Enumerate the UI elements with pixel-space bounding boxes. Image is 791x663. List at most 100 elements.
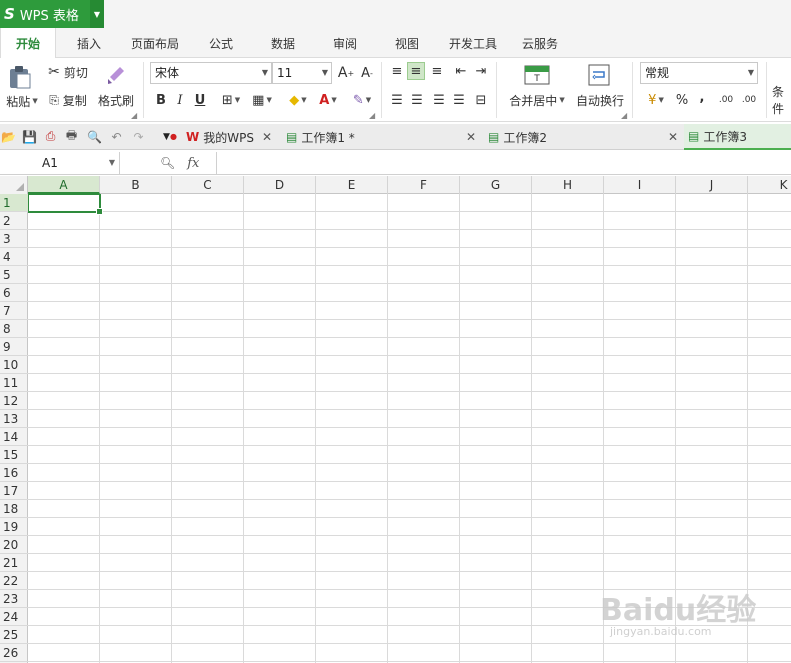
row-header-9[interactable]: 9 <box>0 338 28 356</box>
increase-indent-icon[interactable]: ⇥ <box>472 62 490 80</box>
fill-color-icon[interactable]: ◆ ▼ <box>283 91 313 109</box>
conditional-format-button[interactable]: 条件 <box>772 85 791 116</box>
save-icon[interactable]: 💾 <box>21 128 38 145</box>
merge-cells-icon[interactable]: T <box>524 63 550 87</box>
zoom-lookup-icon[interactable]: 🔍︎ <box>160 156 175 170</box>
insert-function-button[interactable]: fx <box>187 156 199 171</box>
close-icon[interactable]: ✕ <box>466 130 476 144</box>
decrease-decimal-button[interactable]: .00 <box>739 91 759 109</box>
paste-button[interactable]: 粘贴 ▼ <box>2 92 42 110</box>
select-all-button[interactable] <box>0 176 28 194</box>
tab-home[interactable]: 开始 <box>0 28 56 59</box>
dialog-launcher-icon[interactable]: ◢ <box>369 111 375 120</box>
row-header-10[interactable]: 10 <box>0 356 28 374</box>
row-header-1[interactable]: 1 <box>0 194 28 212</box>
decrease-indent-icon[interactable]: ⇤ <box>452 62 470 80</box>
print-preview-icon[interactable]: 🔍 <box>86 128 103 145</box>
row-header-21[interactable]: 21 <box>0 554 28 572</box>
active-cell-a1[interactable] <box>27 193 103 215</box>
row-header-22[interactable]: 22 <box>0 572 28 590</box>
name-box[interactable]: A1 ▼ <box>0 152 120 174</box>
wrap-text-icon[interactable] <box>587 63 611 87</box>
currency-icon[interactable]: ¥ ▼ <box>642 91 670 109</box>
align-right-icon[interactable]: ☰ <box>430 91 448 109</box>
app-menu-button[interactable]: S WPS 表格 <box>0 0 90 28</box>
row-header-20[interactable]: 20 <box>0 536 28 554</box>
column-header-i[interactable]: I <box>604 176 676 194</box>
shrink-font-icon[interactable]: A- <box>358 64 376 82</box>
comma-button[interactable]: , <box>693 88 711 106</box>
align-top-icon[interactable]: ≡ <box>388 62 406 80</box>
tab-review[interactable]: 审阅 <box>320 28 370 58</box>
row-header-14[interactable]: 14 <box>0 428 28 446</box>
tab-workbook-1[interactable]: ▤ 工作簿1 * ✕ <box>282 124 482 150</box>
paste-icon[interactable] <box>6 64 34 90</box>
formula-input[interactable] <box>216 152 791 174</box>
copy-button[interactable]: ⎘ 复制 <box>44 91 92 109</box>
column-header-f[interactable]: F <box>388 176 460 194</box>
wrap-text-button[interactable]: 自动换行 <box>574 91 626 109</box>
number-format-select[interactable]: 常规 ▼ <box>640 62 758 84</box>
align-bottom-icon[interactable]: ≡ <box>428 62 446 80</box>
tab-view[interactable]: 视图 <box>382 28 432 58</box>
row-header-13[interactable]: 13 <box>0 410 28 428</box>
increase-decimal-button[interactable]: .00 <box>716 91 736 109</box>
cell-style-icon[interactable]: ▦ ▼ <box>247 91 277 109</box>
row-header-7[interactable]: 7 <box>0 302 28 320</box>
underline-button[interactable]: U <box>191 91 209 109</box>
row-header-23[interactable]: 23 <box>0 590 28 608</box>
bold-button[interactable]: B <box>152 91 170 109</box>
column-header-a[interactable]: A <box>28 176 100 194</box>
redo-icon[interactable]: ↷ <box>130 128 147 145</box>
tab-insert[interactable]: 插入 <box>64 28 114 58</box>
row-header-16[interactable]: 16 <box>0 464 28 482</box>
tab-data[interactable]: 数据 <box>258 28 308 58</box>
format-painter-button[interactable]: 格式刷 <box>96 91 136 109</box>
brush-icon[interactable] <box>104 63 128 87</box>
dialog-launcher-icon[interactable]: ◢ <box>131 111 137 120</box>
percent-button[interactable]: % <box>673 91 691 109</box>
tab-workbook-2[interactable]: ▤ 工作簿2 ✕ <box>484 124 684 150</box>
undo-icon[interactable]: ↶ <box>108 128 125 145</box>
column-header-d[interactable]: D <box>244 176 316 194</box>
row-header-3[interactable]: 3 <box>0 230 28 248</box>
align-center-icon[interactable]: ☰ <box>408 91 426 109</box>
row-header-18[interactable]: 18 <box>0 500 28 518</box>
chevron-down-icon[interactable]: ▼ <box>109 152 115 174</box>
row-header-4[interactable]: 4 <box>0 248 28 266</box>
column-header-c[interactable]: C <box>172 176 244 194</box>
column-header-j[interactable]: J <box>676 176 748 194</box>
distributed-align-icon[interactable]: ⊟ <box>472 91 490 109</box>
tab-page-layout[interactable]: 页面布局 <box>124 28 186 58</box>
row-header-6[interactable]: 6 <box>0 284 28 302</box>
italic-button[interactable]: I <box>171 91 189 109</box>
row-header-8[interactable]: 8 <box>0 320 28 338</box>
border-icon[interactable]: ⊞ ▼ <box>216 91 246 109</box>
close-icon[interactable]: ✕ <box>262 130 272 144</box>
font-name-select[interactable]: 宋体 ▼ <box>150 62 272 84</box>
row-header-11[interactable]: 11 <box>0 374 28 392</box>
close-icon[interactable]: ✕ <box>668 130 678 144</box>
tab-my-wps[interactable]: W 我的WPS ✕ <box>182 124 278 150</box>
grow-font-icon[interactable]: A + <box>337 64 355 82</box>
export-pdf-icon[interactable]: ⎙ <box>42 128 59 145</box>
tab-developer[interactable]: 开发工具 <box>442 28 504 58</box>
cut-button[interactable]: ✂ 剪切 <box>44 63 92 81</box>
column-header-h[interactable]: H <box>532 176 604 194</box>
tab-formulas[interactable]: 公式 <box>196 28 246 58</box>
row-header-5[interactable]: 5 <box>0 266 28 284</box>
clear-format-icon[interactable]: ✎ ▼ <box>347 91 377 109</box>
align-middle-icon[interactable]: ≡ <box>407 62 425 80</box>
row-header-17[interactable]: 17 <box>0 482 28 500</box>
row-header-2[interactable]: 2 <box>0 212 28 230</box>
font-size-select[interactable]: 11 ▼ <box>272 62 332 84</box>
row-header-19[interactable]: 19 <box>0 518 28 536</box>
column-header-g[interactable]: G <box>460 176 532 194</box>
row-header-12[interactable]: 12 <box>0 392 28 410</box>
row-header-24[interactable]: 24 <box>0 608 28 626</box>
dialog-launcher-icon[interactable]: ◢ <box>621 111 627 120</box>
column-header-e[interactable]: E <box>316 176 388 194</box>
row-header-25[interactable]: 25 <box>0 626 28 644</box>
row-header-26[interactable]: 26 <box>0 644 28 662</box>
open-folder-icon[interactable]: 📂 <box>0 128 17 145</box>
